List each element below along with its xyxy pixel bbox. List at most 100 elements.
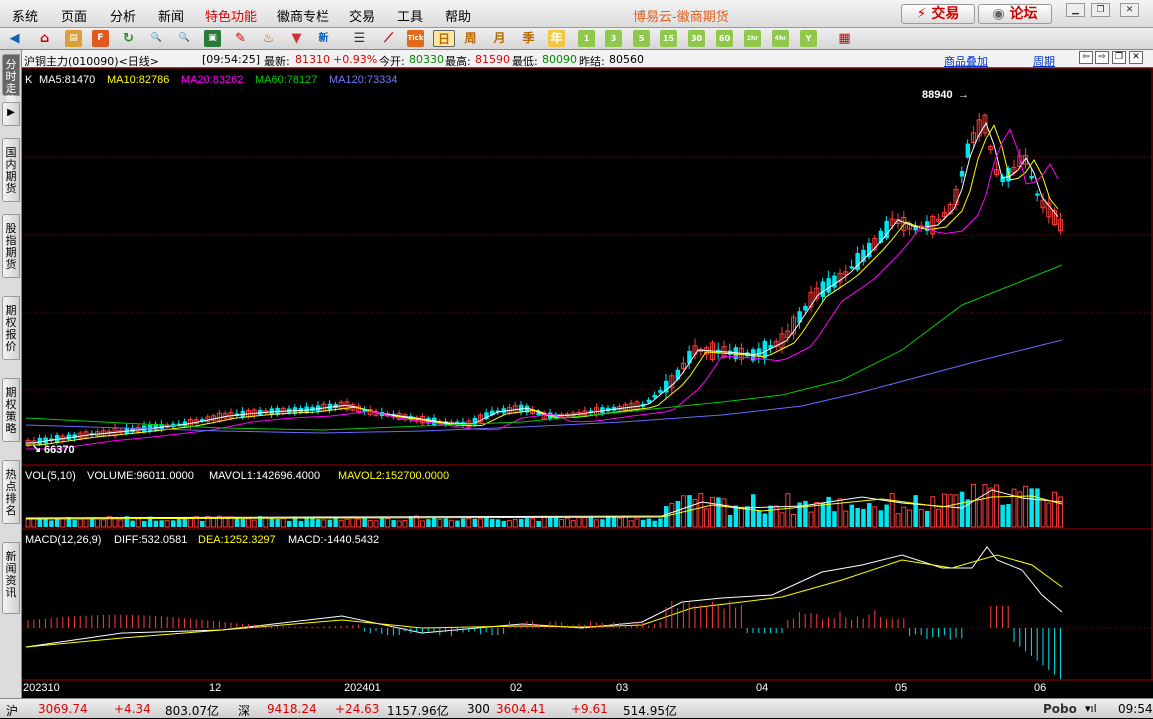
tab-news[interactable]: 新闻资讯 — [2, 542, 20, 614]
chart-grid — [22, 67, 1153, 681]
sz-index-change: +24.63 — [335, 702, 380, 716]
menu-news[interactable]: 新闻 — [158, 6, 184, 25]
period-30min-button[interactable]: 30 — [688, 30, 705, 47]
low-arrow-icon: ↘ — [32, 443, 41, 455]
period-4hr-button[interactable]: 4hr — [772, 30, 789, 47]
signal-icon: ▾ıl — [1085, 702, 1097, 715]
tab-index-futures[interactable]: 股指期货 — [2, 214, 20, 278]
period-15min-button[interactable]: 15 — [660, 30, 677, 47]
period-3min-button[interactable]: 3 — [605, 30, 622, 47]
clock: 09:54 — [1118, 702, 1153, 716]
x-label-05: 05 — [895, 682, 907, 694]
toolbar: ◀ ⌂ ▤ F ↻ 🔍 🔍 ▣ ✎ ♨ ▼ 新 ☰ ⟋ Tick 日 周 月 季… — [0, 28, 1153, 50]
period-week-button[interactable]: 周 — [462, 30, 479, 47]
new-icon[interactable]: 新 — [315, 30, 332, 47]
candles — [25, 113, 1063, 448]
calendar-icon[interactable]: ▦ — [836, 30, 853, 47]
zoom-in-icon[interactable]: 🔍 — [148, 30, 165, 47]
trade-button-label: 交易 — [931, 6, 960, 22]
chart-area[interactable]: 沪铜主力(010090)<日线> [09:54:25] 最新: 81310 +0… — [22, 50, 1153, 698]
line-chart-icon[interactable]: ⟋ — [380, 30, 397, 47]
period-year-button[interactable]: 年 — [548, 30, 565, 47]
macd-label: MACD(12,26,9) — [25, 534, 101, 546]
home-icon[interactable]: ⌂ — [36, 30, 53, 47]
period-month-button[interactable]: 月 — [491, 30, 508, 47]
f10-icon[interactable]: F — [92, 30, 109, 47]
app-title: 博易云-徽商期货 — [633, 10, 729, 25]
table-icon[interactable]: ☰ — [351, 30, 368, 47]
forum-button[interactable]: ◉ 论坛 — [978, 4, 1052, 24]
csi300-label: 300 — [467, 702, 490, 716]
tick-icon[interactable]: Tick — [407, 30, 424, 47]
filter-icon[interactable]: ▼ — [288, 30, 305, 47]
k-label: K — [25, 74, 33, 86]
tab-hot-ranking[interactable]: 热点排名 — [2, 460, 20, 524]
menu-huishang-column[interactable]: 徽商专栏 — [277, 6, 329, 25]
ma60-value: MA60:78127 — [255, 74, 317, 86]
side-tabs: 分时走势 ▶ 国内期货 股指期货 期权报价 期权策略 热点排名 新闻资讯 — [0, 50, 22, 698]
period-60min-button[interactable]: 60 — [716, 30, 733, 47]
alert-bell-icon[interactable]: ♨ — [260, 30, 277, 47]
mavol2-value: MAVOL2:152700.0000 — [338, 470, 449, 482]
forum-button-label: 论坛 — [1009, 6, 1038, 22]
period-5min-button[interactable]: 5 — [633, 30, 650, 47]
menu-trade[interactable]: 交易 — [349, 6, 375, 25]
volume-bars — [25, 483, 1063, 528]
macd-hist-value: MACD:-1440.5432 — [288, 534, 379, 546]
draw-pen-icon[interactable]: ✎ — [232, 30, 249, 47]
period-quarter-button[interactable]: 季 — [520, 30, 537, 47]
tab-option-quotes[interactable]: 期权报价 — [2, 296, 20, 360]
macd-legend: MACD(12,26,9) DIFF:532.0581 DEA:1252.329… — [25, 534, 379, 546]
trade-button[interactable]: ⚡ 交易 — [901, 4, 975, 24]
menu-system[interactable]: 系统 — [12, 6, 38, 25]
minimize-button[interactable]: ▁ — [1066, 3, 1085, 17]
period-1min-button[interactable]: 1 — [578, 30, 595, 47]
brand-logo: Pobo — [1043, 702, 1077, 716]
csi300-change: +9.61 — [571, 702, 608, 716]
ma120-value: MA120:73334 — [329, 74, 398, 86]
period-y-button[interactable]: Y — [800, 30, 817, 47]
macd-panel — [25, 546, 1063, 680]
list-icon[interactable]: ▤ — [65, 30, 82, 47]
play-icon: ▶ — [7, 107, 15, 118]
menu-features[interactable]: 特色功能 — [205, 6, 257, 25]
sz-label: 深 — [238, 704, 251, 718]
low-price-annotation: 66370 — [44, 444, 75, 456]
ma-legend: K MA5:81470 MA10:82786 MA20:83262 MA60:7… — [25, 74, 398, 86]
x-label-202401: 202401 — [344, 682, 381, 694]
close-button[interactable]: ✕ — [1120, 3, 1139, 17]
menu-analysis[interactable]: 分析 — [110, 6, 136, 25]
tab-domestic-futures[interactable]: 国内期货 — [2, 138, 20, 202]
status-bar: 沪 3069.74 +4.34 803.07亿 深 9418.24 +24.63… — [0, 698, 1153, 718]
menu-tools[interactable]: 工具 — [397, 6, 423, 25]
volume-value: VOLUME:96011.0000 — [87, 470, 194, 482]
maximize-button[interactable]: ❐ — [1091, 3, 1110, 17]
tab-option-strategy[interactable]: 期权策略 — [2, 378, 20, 442]
zoom-out-icon[interactable]: 🔍 — [176, 30, 193, 47]
menu-help[interactable]: 帮助 — [445, 6, 471, 25]
ma5-value: MA5:81470 — [39, 74, 95, 86]
kline-chart[interactable]: K MA5:81470 MA10:82786 MA20:83262 MA60:7… — [22, 50, 1153, 698]
sh-amount: 803.07亿 — [165, 704, 219, 718]
mavol1-value: MAVOL1:142696.4000 — [209, 470, 320, 482]
menu-page[interactable]: 页面 — [61, 6, 87, 25]
x-axis: 202310 12 202401 02 03 04 05 06 — [23, 682, 1046, 694]
x-label-202310: 202310 — [23, 682, 60, 694]
vol-legend: VOL(5,10) VOLUME:96011.0000 MAVOL1:14269… — [25, 470, 449, 482]
csi300-amount: 514.95亿 — [623, 704, 677, 718]
tab-kline-toggle[interactable]: ▶ — [2, 102, 20, 126]
back-icon[interactable]: ◀ — [6, 30, 23, 47]
lightning-icon: ⚡ — [916, 6, 927, 22]
indicator-icon[interactable]: ▣ — [204, 30, 221, 47]
refresh-icon[interactable]: ↻ — [120, 30, 137, 47]
tab-intraday[interactable]: 分时走势 — [2, 54, 20, 107]
x-label-02: 02 — [510, 682, 522, 694]
period-day-button[interactable]: 日 — [433, 30, 455, 47]
x-label-06: 06 — [1034, 682, 1046, 694]
moving-average-lines — [25, 122, 1063, 450]
ma10-value: MA10:82786 — [107, 74, 169, 86]
x-label-03: 03 — [616, 682, 628, 694]
sz-amount: 1157.96亿 — [387, 704, 449, 718]
vol-label: VOL(5,10) — [25, 470, 76, 482]
period-2hr-button[interactable]: 2hr — [744, 30, 761, 47]
